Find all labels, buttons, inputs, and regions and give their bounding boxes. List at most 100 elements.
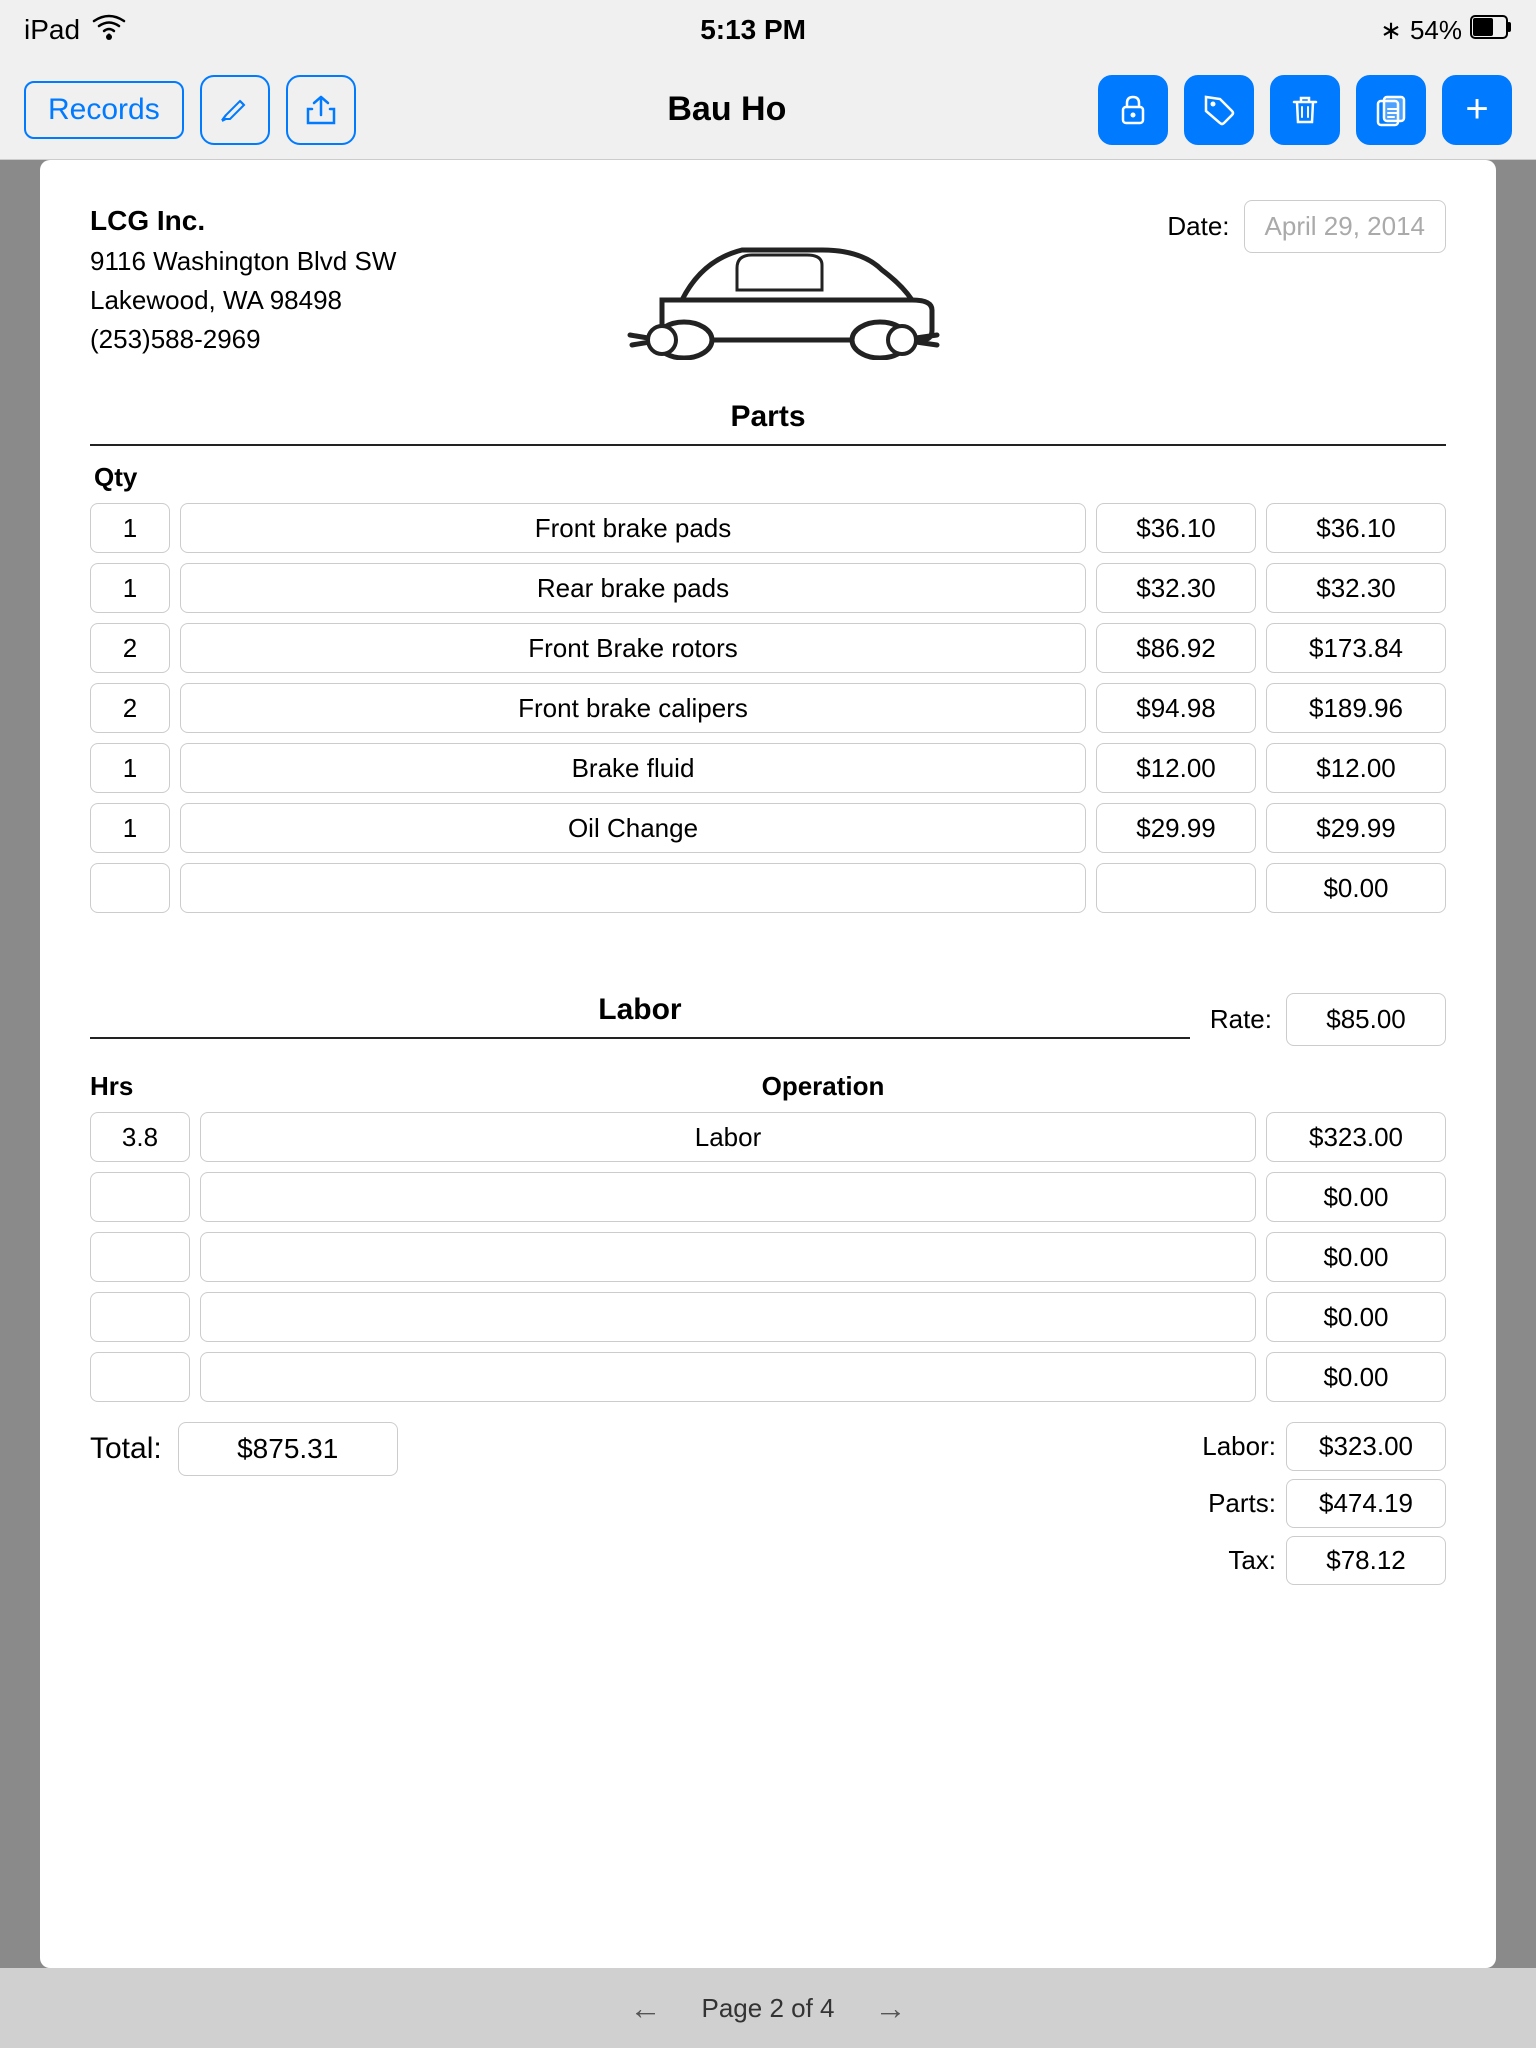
rate-value[interactable]: $85.00 (1286, 993, 1446, 1046)
parts-summary-value[interactable]: $474.19 (1286, 1479, 1446, 1528)
parts-row: 1 Rear brake pads $32.30 $32.30 (90, 563, 1446, 613)
parts-qty-cell[interactable]: 1 (90, 503, 170, 553)
tax-summary-row: Tax: $78.12 (1176, 1536, 1446, 1585)
labor-summary-value[interactable]: $323.00 (1286, 1422, 1446, 1471)
ipad-label: iPad (24, 14, 80, 46)
parts-qty-cell[interactable]: 1 (90, 803, 170, 853)
battery-icon (1470, 14, 1512, 46)
parts-desc-cell[interactable]: Front brake pads (180, 503, 1086, 553)
parts-table: 1 Front brake pads $36.10 $36.10 1 Rear … (90, 503, 1446, 913)
nav-right: + (1098, 75, 1512, 145)
tag-button[interactable] (1184, 75, 1254, 145)
records-button[interactable]: Records (24, 81, 184, 139)
parts-summary-row: Parts: $474.19 (1176, 1479, 1446, 1528)
next-page-button[interactable]: → (875, 1990, 907, 2027)
company-address1: 9116 Washington Blvd SW (90, 242, 396, 281)
parts-title: Parts (90, 390, 1446, 446)
labor-amt-cell[interactable]: $0.00 (1266, 1172, 1446, 1222)
labor-hrs-cell[interactable] (90, 1352, 190, 1402)
spacer (90, 923, 1446, 983)
summary-section: Total: $875.31 Labor: $323.00 Parts: $47… (90, 1422, 1446, 1585)
parts-summary-label: Parts: (1176, 1488, 1276, 1519)
parts-qty-cell[interactable]: 2 (90, 623, 170, 673)
parts-desc-cell[interactable]: Brake fluid (180, 743, 1086, 793)
trash-button[interactable] (1270, 75, 1340, 145)
tax-summary-value[interactable]: $78.12 (1286, 1536, 1446, 1585)
parts-row: 1 Oil Change $29.99 $29.99 (90, 803, 1446, 853)
date-value[interactable]: April 29, 2014 (1244, 200, 1446, 253)
labor-op-cell[interactable] (200, 1172, 1256, 1222)
parts-price-cell[interactable] (1096, 863, 1256, 913)
copy-button[interactable] (1356, 75, 1426, 145)
company-phone: (253)588-2969 (90, 320, 396, 359)
parts-qty-cell[interactable]: 2 (90, 683, 170, 733)
labor-hrs-cell[interactable] (90, 1172, 190, 1222)
labor-op-cell[interactable] (200, 1292, 1256, 1342)
parts-desc-cell[interactable] (180, 863, 1086, 913)
parts-total-cell[interactable]: $29.99 (1266, 803, 1446, 853)
company-info: LCG Inc. 9116 Washington Blvd SW Lakewoo… (90, 200, 396, 359)
parts-qty-header: Qty (90, 462, 1446, 493)
add-button[interactable]: + (1442, 75, 1512, 145)
status-right: ∗ 54% (1380, 14, 1512, 46)
parts-row: 2 Front Brake rotors $86.92 $173.84 (90, 623, 1446, 673)
parts-desc-cell[interactable]: Front brake calipers (180, 683, 1086, 733)
company-name: LCG Inc. (90, 200, 396, 242)
parts-row: 2 Front brake calipers $94.98 $189.96 (90, 683, 1446, 733)
parts-total-cell[interactable]: $32.30 (1266, 563, 1446, 613)
labor-section: Labor Rate: $85.00 Hrs Operation 3.8 Lab… (90, 983, 1446, 1402)
parts-price-cell[interactable]: $94.98 (1096, 683, 1256, 733)
parts-total-cell[interactable]: $173.84 (1266, 623, 1446, 673)
parts-qty-cell[interactable]: 1 (90, 743, 170, 793)
share-button[interactable] (286, 75, 356, 145)
labor-op-cell[interactable] (200, 1352, 1256, 1402)
parts-qty-cell[interactable]: 1 (90, 563, 170, 613)
labor-op-cell[interactable]: Labor (200, 1112, 1256, 1162)
labor-row: $0.00 (90, 1352, 1446, 1402)
labor-hrs-cell[interactable] (90, 1292, 190, 1342)
parts-row: $0.00 (90, 863, 1446, 913)
total-left: Total: $875.31 (90, 1422, 398, 1476)
bluetooth-icon: ∗ (1380, 15, 1402, 46)
labor-amt-cell[interactable]: $0.00 (1266, 1352, 1446, 1402)
parts-row: 1 Brake fluid $12.00 $12.00 (90, 743, 1446, 793)
parts-total-cell[interactable]: $189.96 (1266, 683, 1446, 733)
labor-amt-cell[interactable]: $323.00 (1266, 1112, 1446, 1162)
parts-qty-cell[interactable] (90, 863, 170, 913)
parts-desc-cell[interactable]: Front Brake rotors (180, 623, 1086, 673)
status-bar: iPad 5:13 PM ∗ 54% (0, 0, 1536, 60)
parts-price-cell[interactable]: $36.10 (1096, 503, 1256, 553)
parts-price-cell[interactable]: $32.30 (1096, 563, 1256, 613)
nav-bar: Records Bau Ho (0, 60, 1536, 160)
date-section: Date: April 29, 2014 (1167, 200, 1446, 253)
labor-hrs-cell[interactable]: 3.8 (90, 1112, 190, 1162)
labor-summary-row: Labor: $323.00 (1176, 1422, 1446, 1471)
page-text: Page 2 of 4 (702, 1993, 835, 2024)
labor-amt-cell[interactable]: $0.00 (1266, 1292, 1446, 1342)
parts-price-cell[interactable]: $29.99 (1096, 803, 1256, 853)
parts-row: 1 Front brake pads $36.10 $36.10 (90, 503, 1446, 553)
parts-price-cell[interactable]: $12.00 (1096, 743, 1256, 793)
battery-text: 54% (1410, 15, 1462, 46)
labor-amt-cell[interactable]: $0.00 (1266, 1232, 1446, 1282)
labor-row: $0.00 (90, 1292, 1446, 1342)
labor-row: $0.00 (90, 1172, 1446, 1222)
parts-desc-cell[interactable]: Rear brake pads (180, 563, 1086, 613)
labor-title: Labor (90, 983, 1190, 1039)
total-value[interactable]: $875.31 (178, 1422, 398, 1476)
parts-total-cell[interactable]: $0.00 (1266, 863, 1446, 913)
labor-hrs-cell[interactable] (90, 1232, 190, 1282)
labor-row: $0.00 (90, 1232, 1446, 1282)
parts-section: Parts Qty 1 Front brake pads $36.10 $36.… (90, 390, 1446, 913)
wifi-icon (92, 13, 126, 48)
edit-button[interactable] (200, 75, 270, 145)
parts-desc-cell[interactable]: Oil Change (180, 803, 1086, 853)
lock-button[interactable] (1098, 75, 1168, 145)
parts-total-cell[interactable]: $36.10 (1266, 503, 1446, 553)
parts-total-cell[interactable]: $12.00 (1266, 743, 1446, 793)
parts-price-cell[interactable]: $86.92 (1096, 623, 1256, 673)
labor-op-cell[interactable] (200, 1232, 1256, 1282)
labor-summary-label: Labor: (1176, 1431, 1276, 1462)
labor-header-row: Hrs Operation (90, 1071, 1446, 1102)
prev-page-button[interactable]: ← (630, 1990, 662, 2027)
